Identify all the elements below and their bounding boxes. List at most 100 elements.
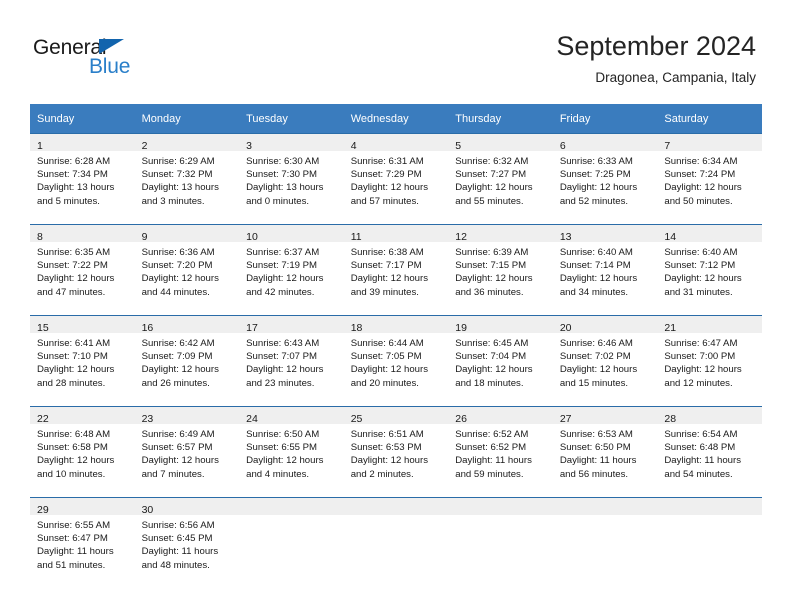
day-number: 21 (664, 322, 677, 334)
day-cell-content (239, 498, 344, 586)
day-number-band: 7 (657, 134, 762, 152)
sunrise-text: Sunrise: 6:34 AM (664, 156, 738, 167)
day-number-band: 24 (239, 407, 344, 425)
calendar-day-cell[interactable]: 19 Sunrise: 6:45 AM Sunset: 7:04 PM Dayligh… (448, 315, 553, 407)
daylight-text: and 12 minutes. (664, 377, 733, 389)
calendar-day-cell-empty (343, 497, 449, 586)
daylight-text: Daylight: 12 hours (141, 273, 219, 285)
calendar-day-cell[interactable]: 1 Sunrise: 6:28 AM Sunset: 7:34 PM Daylight… (30, 133, 135, 225)
day-number: 17 (246, 322, 258, 334)
day-number-band: 5 (448, 134, 553, 152)
calendar-day-cell[interactable]: 4 Sunrise: 6:31 AM Sunset: 7:29 PM Daylight… (343, 133, 449, 225)
sunset-text: Sunset: 6:58 PM (37, 442, 108, 454)
calendar-day-cell[interactable]: 9 Sunrise: 6:36 AM Sunset: 7:20 PM Daylight… (134, 224, 240, 316)
calendar-day-cell[interactable]: 10 Sunrise: 6:37 AM Sunset: 7:19 PM Dayligh… (239, 224, 344, 316)
sunrise-text: Sunrise: 6:53 AM (559, 429, 633, 440)
daylight-text: Daylight: 13 hours (141, 182, 219, 194)
daylight-text: Daylight: 12 hours (559, 273, 638, 285)
sunset-text: Sunset: 7:04 PM (455, 351, 527, 363)
daylight-text: Daylight: 12 hours (455, 364, 533, 376)
sunrise-text: Sunrise: 6:55 AM (37, 520, 111, 531)
day-number-band: 21 (657, 316, 762, 334)
day-number: 14 (664, 231, 677, 243)
day-cell-content: 10 Sunrise: 6:37 AM Sunset: 7:19 PM Dayligh… (239, 225, 344, 315)
daylight-text: and 42 minutes. (246, 286, 315, 298)
day-number-band: 15 (30, 316, 135, 334)
weekday-header-monday: Monday (134, 104, 240, 134)
calendar-day-cell[interactable]: 26 Sunrise: 6:52 AM Sunset: 6:52 PM Dayligh… (448, 406, 553, 498)
calendar-day-cell-empty (657, 497, 762, 586)
daylight-text: Daylight: 12 hours (141, 455, 219, 467)
calendar-day-cell[interactable]: 24 Sunrise: 6:50 AM Sunset: 6:55 PM Dayligh… (239, 406, 344, 498)
calendar-day-cell[interactable]: 17 Sunrise: 6:43 AM Sunset: 7:07 PM Dayligh… (239, 315, 344, 407)
daylight-text: Daylight: 11 hours (37, 546, 114, 558)
day-number: 28 (664, 413, 677, 425)
day-detail-lines: Sunrise: 6:37 AM Sunset: 7:19 PM Daylight:… (239, 242, 344, 299)
calendar-day-cell[interactable]: 21 Sunrise: 6:47 AM Sunset: 7:00 PM Dayligh… (657, 315, 762, 407)
weekday-header-friday: Friday (552, 104, 658, 134)
sunset-text: Sunset: 7:12 PM (664, 260, 736, 272)
day-detail-lines: Sunrise: 6:53 AM Sunset: 6:50 PM Daylight:… (553, 424, 658, 481)
calendar-day-cell[interactable]: 27 Sunrise: 6:53 AM Sunset: 6:50 PM Dayligh… (552, 406, 658, 498)
day-detail-lines: Sunrise: 6:44 AM Sunset: 7:05 PM Daylight:… (344, 333, 449, 390)
calendar-day-cell[interactable]: 3 Sunrise: 6:30 AM Sunset: 7:30 PM Daylight… (239, 133, 344, 225)
day-number: 30 (141, 504, 154, 516)
day-detail-lines: Sunrise: 6:45 AM Sunset: 7:04 PM Daylight:… (448, 333, 553, 390)
weekday-header-row: Sunday Monday Tuesday Wednesday Thursday Frid… (30, 104, 762, 134)
day-number-band: 19 (448, 316, 553, 334)
daylight-text: Daylight: 13 hours (246, 182, 324, 194)
day-detail-lines: Sunrise: 6:29 AM Sunset: 7:32 PM Daylight:… (135, 151, 240, 208)
calendar-day-cell[interactable]: 28 Sunrise: 6:54 AM Sunset: 6:48 PM Dayligh… (657, 406, 762, 498)
calendar-day-cell[interactable]: 20 Sunrise: 6:46 AM Sunset: 7:02 PM Dayligh… (552, 315, 658, 407)
calendar-day-cell[interactable]: 6 Sunrise: 6:33 AM Sunset: 7:25 PM Daylight… (552, 133, 658, 225)
calendar-day-cell[interactable]: 16 Sunrise: 6:42 AM Sunset: 7:09 PM Dayligh… (134, 315, 240, 407)
day-cell-content (657, 498, 762, 586)
sunset-text: Sunset: 6:50 PM (559, 442, 631, 454)
calendar-day-cell[interactable]: 22 Sunrise: 6:48 AM Sunset: 6:58 PM Dayligh… (30, 406, 135, 498)
calendar-day-cell[interactable]: 15 Sunrise: 6:41 AM Sunset: 7:10 PM Dayligh… (30, 315, 135, 407)
calendar-day-cell[interactable]: 13 Sunrise: 6:40 AM Sunset: 7:14 PM Dayligh… (552, 224, 658, 316)
day-cell-content: 14 Sunrise: 6:40 AM Sunset: 7:12 PM Dayligh… (657, 225, 762, 315)
day-cell-content: 11 Sunrise: 6:38 AM Sunset: 7:17 PM Dayligh… (343, 225, 449, 315)
daylight-text: and 26 minutes. (141, 377, 210, 389)
sunset-text: Sunset: 7:27 PM (455, 169, 527, 181)
calendar-day-cell[interactable]: 18 Sunrise: 6:44 AM Sunset: 7:05 PM Dayligh… (343, 315, 449, 407)
calendar-day-cell[interactable]: 23 Sunrise: 6:49 AM Sunset: 6:57 PM Dayligh… (134, 406, 240, 498)
daylight-text: Daylight: 12 hours (141, 364, 219, 376)
calendar-day-cell[interactable]: 11 Sunrise: 6:38 AM Sunset: 7:17 PM Dayligh… (343, 224, 449, 316)
day-cell-content: 1 Sunrise: 6:28 AM Sunset: 7:34 PM Daylight… (30, 134, 135, 224)
daylight-text: Daylight: 11 hours (455, 455, 532, 467)
day-number: 27 (559, 413, 572, 425)
calendar-day-cell[interactable]: 29 Sunrise: 6:55 AM Sunset: 6:47 PM Dayligh… (30, 497, 135, 586)
calendar-day-cell[interactable]: 14 Sunrise: 6:40 AM Sunset: 7:12 PM Dayligh… (657, 224, 762, 316)
calendar-table: Sunday Monday Tuesday Wednesday Thursday Frid… (30, 104, 762, 586)
sunset-text: Sunset: 6:53 PM (350, 442, 422, 454)
day-detail-lines: Sunrise: 6:43 AM Sunset: 7:07 PM Daylight:… (239, 333, 344, 390)
sunset-text: Sunset: 7:34 PM (37, 169, 108, 181)
calendar-day-cell[interactable]: 8 Sunrise: 6:35 AM Sunset: 7:22 PM Daylight… (30, 224, 135, 316)
calendar-day-cell[interactable]: 2 Sunrise: 6:29 AM Sunset: 7:32 PM Daylight… (134, 133, 240, 225)
sunset-text: Sunset: 6:55 PM (246, 442, 318, 454)
day-cell-content: 7 Sunrise: 6:34 AM Sunset: 7:24 PM Daylight… (657, 134, 762, 224)
day-number: 2 (141, 140, 148, 152)
calendar-day-cell[interactable]: 5 Sunrise: 6:32 AM Sunset: 7:27 PM Daylight… (448, 133, 553, 225)
sunrise-text: Sunrise: 6:37 AM (246, 247, 320, 258)
logo-triangle-icon (99, 39, 124, 54)
day-number-band: 18 (343, 316, 449, 334)
daylight-text: and 39 minutes. (350, 286, 419, 298)
day-detail-lines: Sunrise: 6:32 AM Sunset: 7:27 PM Daylight:… (448, 151, 553, 208)
day-cell-content: 17 Sunrise: 6:43 AM Sunset: 7:07 PM Dayligh… (239, 316, 344, 406)
daylight-text: and 10 minutes. (37, 468, 106, 480)
day-cell-content: 18 Sunrise: 6:44 AM Sunset: 7:05 PM Dayligh… (343, 316, 449, 406)
calendar-day-cell[interactable]: 30 Sunrise: 6:56 AM Sunset: 6:45 PM Dayligh… (134, 497, 240, 586)
weekday-header-wednesday: Wednesday (343, 104, 449, 134)
day-cell-content: 13 Sunrise: 6:40 AM Sunset: 7:14 PM Dayligh… (552, 225, 658, 315)
calendar-day-cell[interactable]: 7 Sunrise: 6:34 AM Sunset: 7:24 PM Daylight… (657, 133, 762, 225)
calendar-day-cell[interactable]: 12 Sunrise: 6:39 AM Sunset: 7:15 PM Dayligh… (448, 224, 553, 316)
day-cell-content: 29 Sunrise: 6:55 AM Sunset: 6:47 PM Dayligh… (30, 498, 135, 586)
daylight-text: Daylight: 12 hours (664, 273, 742, 285)
calendar-week-row: 29 Sunrise: 6:55 AM Sunset: 6:47 PM Dayligh… (30, 497, 762, 586)
weekday-header-saturday: Saturday (657, 104, 762, 134)
calendar-day-cell[interactable]: 25 Sunrise: 6:51 AM Sunset: 6:53 PM Dayligh… (343, 406, 449, 498)
day-number: 26 (455, 413, 467, 425)
